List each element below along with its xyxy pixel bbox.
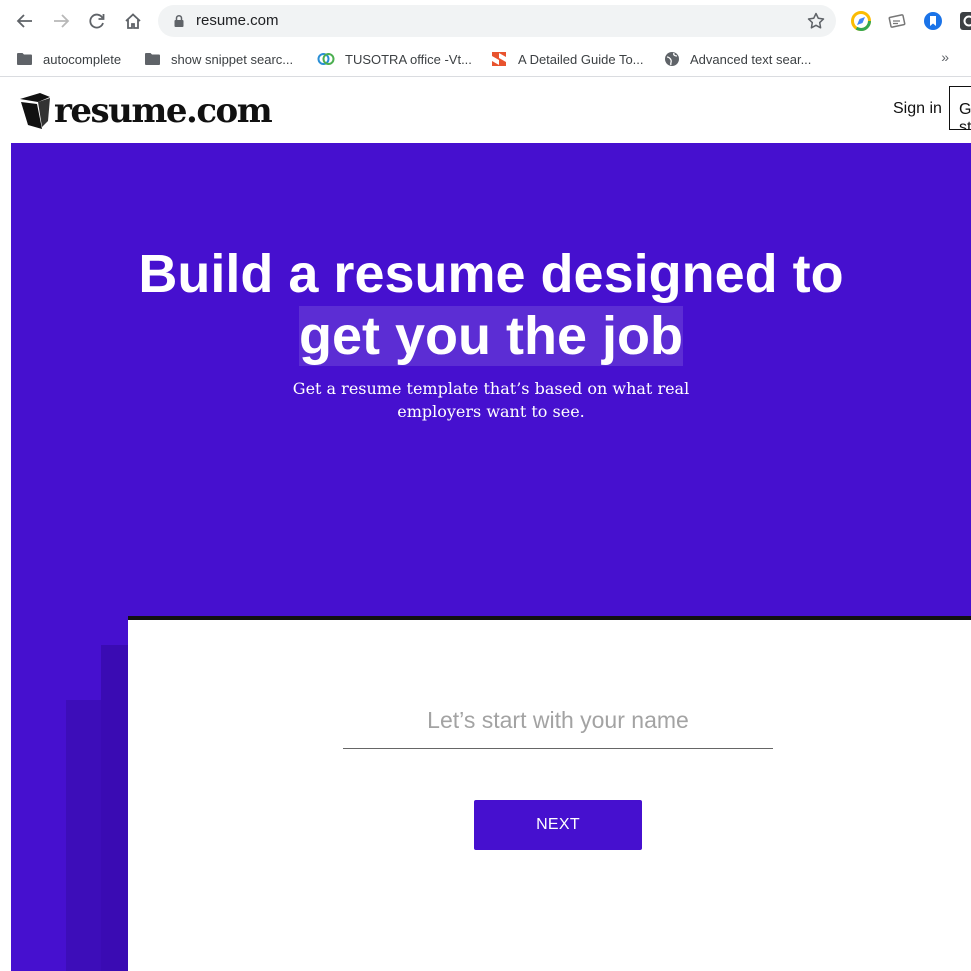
signin-link[interactable]: Sign in: [893, 100, 942, 118]
tusotra-icon: [317, 53, 335, 65]
browser-toolbar: resume.com: [0, 0, 971, 42]
bookmark-advanced-text[interactable]: Advanced text sear...: [664, 50, 811, 68]
hero-subtitle-line1: Get a resume template that’s based on wh…: [292, 379, 690, 398]
bookmark-label: TUSOTRA office -Vt...: [345, 51, 472, 67]
globe-icon: [665, 52, 679, 66]
bookmark-show-snippet[interactable]: show snippet searc...: [144, 50, 293, 68]
next-button[interactable]: NEXT: [474, 800, 642, 850]
reload-icon[interactable]: [85, 9, 109, 33]
hero-subtitle-line2: employers want to see.: [397, 402, 585, 421]
bookmark-tusotra[interactable]: TUSOTRA office -Vt...: [317, 50, 472, 68]
url-text: resume.com: [196, 12, 279, 29]
back-icon[interactable]: [13, 9, 37, 33]
address-bar[interactable]: resume.com: [158, 5, 836, 37]
bookmark-detailed-guide[interactable]: A Detailed Guide To...: [490, 50, 644, 68]
bookmarks-bar: autocomplete show snippet searc... TUSOT…: [0, 42, 971, 77]
hero-title: Build a resume designed to get you the j…: [11, 243, 971, 367]
bookmarks-overflow-button[interactable]: »: [941, 49, 949, 65]
hero-title-line2: get you the job: [299, 306, 683, 366]
name-input[interactable]: [343, 692, 773, 749]
logo-text: resume.com: [54, 91, 273, 131]
bookmark-label: autocomplete: [43, 51, 122, 67]
bookmark-label: show snippet searc...: [171, 51, 294, 67]
extension-notepad-icon[interactable]: [887, 11, 907, 31]
forward-icon[interactable]: [49, 9, 73, 33]
bookmark-star-icon[interactable]: [806, 11, 826, 31]
folder-icon: [17, 53, 32, 65]
bookmark-autocomplete[interactable]: autocomplete: [16, 50, 121, 68]
get-started-button[interactable]: Get started: [949, 86, 971, 130]
site-header: resume.com Sign in Get started: [0, 77, 971, 143]
scribd-icon: [492, 52, 506, 66]
home-icon[interactable]: [121, 9, 145, 33]
resume-logo-icon: [20, 93, 50, 129]
extension-dark-icon[interactable]: [959, 11, 971, 31]
name-form-card: NEXT: [128, 616, 971, 971]
hero-subtitle: Get a resume template that’s based on wh…: [11, 377, 971, 423]
extension-bookmark-icon[interactable]: [923, 11, 943, 31]
bookmark-label: A Detailed Guide To...: [518, 51, 644, 67]
bookmark-label: Advanced text sear...: [690, 51, 812, 67]
extension-compass-icon[interactable]: [851, 11, 871, 31]
hero-title-line1: Build a resume designed to: [138, 244, 844, 304]
lock-icon: [174, 14, 184, 27]
site-logo[interactable]: resume.com: [18, 91, 273, 131]
folder-icon: [145, 53, 160, 65]
